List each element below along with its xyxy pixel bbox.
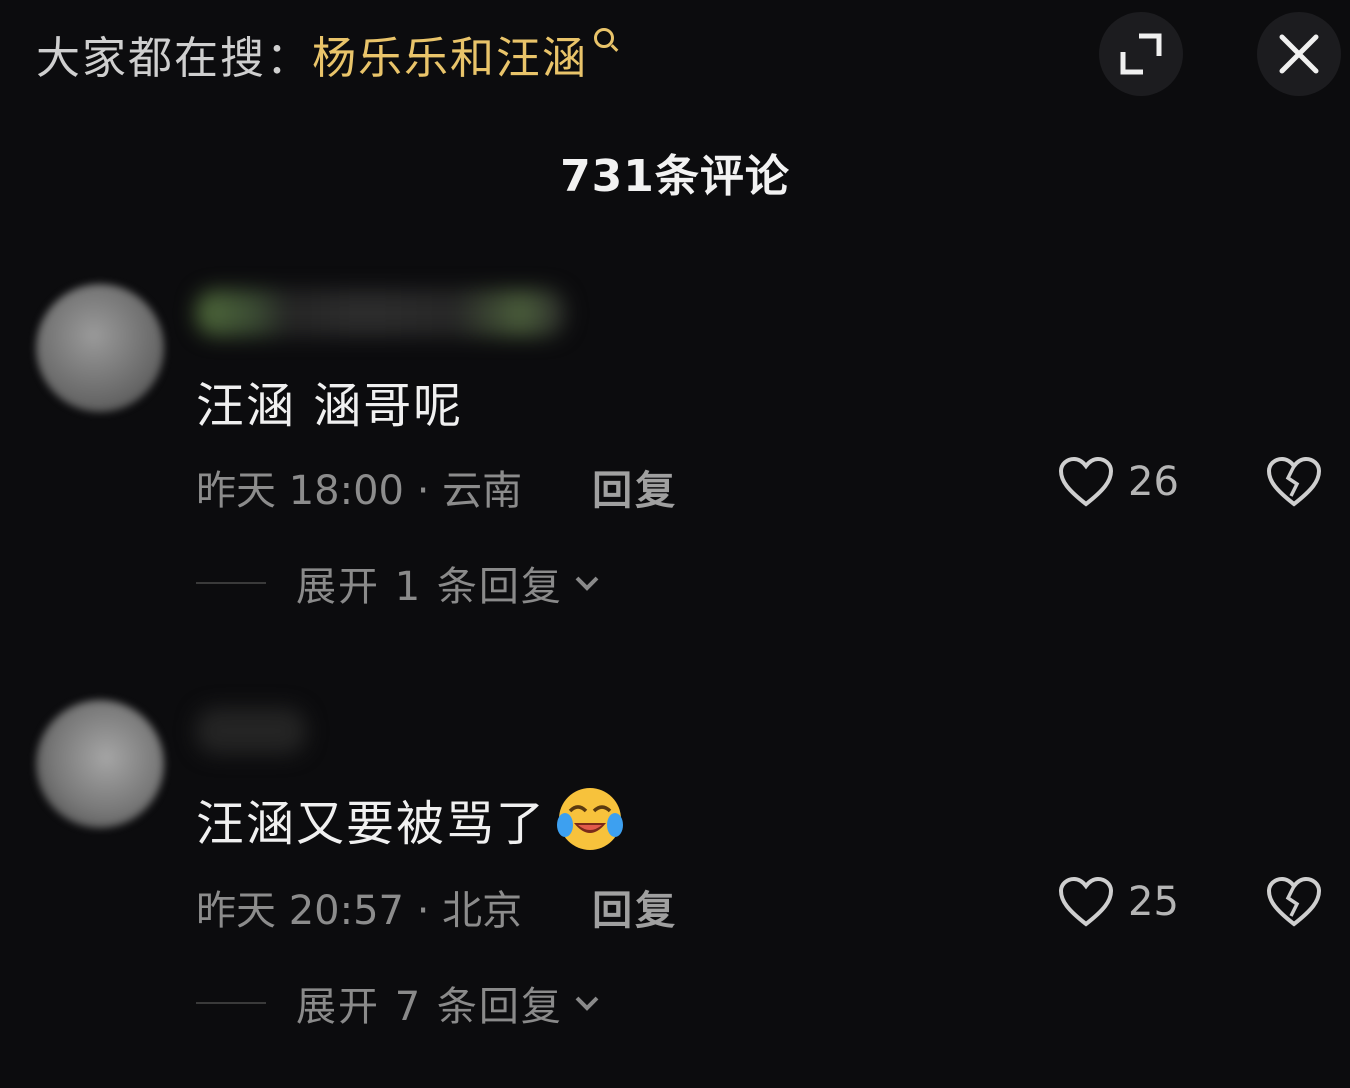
like-button[interactable]: 26 [1058,456,1179,508]
divider-line [196,582,266,584]
expand-replies-button[interactable]: 展开 1 条回复 [196,554,601,612]
chevron-down-icon [575,576,599,591]
search-icon [594,28,614,48]
comment-text-content: 汪涵 涵哥呢 [196,378,464,434]
search-suggestion-bar: 大家都在搜： 杨乐乐和汪涵 [36,22,614,86]
comment-meta: 昨天 20:57 · 北京 回复 [196,878,678,936]
comment-text: 汪涵 涵哥呢 [196,366,463,436]
broken-heart-icon [1266,456,1322,507]
like-count: 26 [1128,459,1179,505]
expand-replies-label: 展开 1 条回复 [296,564,563,610]
avatar[interactable] [36,284,164,412]
comment-meta: 昨天 18:00 · 云南 回复 [196,458,678,516]
dislike-button[interactable] [1266,456,1322,512]
search-prefix-label: 大家都在搜： [36,33,312,84]
chevron-down-icon [575,996,599,1011]
avatar[interactable] [36,700,164,828]
comment-count-title: 731条评论 [560,151,790,202]
expand-button[interactable] [1099,12,1183,96]
dislike-button[interactable] [1266,876,1322,932]
comment-text: 汪涵又要被骂了 [196,784,624,854]
broken-heart-icon [1266,876,1322,927]
expand-replies-button[interactable]: 展开 7 条回复 [196,974,601,1032]
like-count: 25 [1128,879,1179,925]
comment-text-content: 汪涵又要被骂了 [196,796,547,852]
divider-line [196,1002,266,1004]
expand-icon [1120,33,1162,75]
heart-icon [1058,876,1114,927]
close-button[interactable] [1257,12,1341,96]
reply-button[interactable]: 回复 [592,878,678,936]
search-term-link[interactable]: 杨乐乐和汪涵 [312,22,588,86]
crying-laughing-emoji [557,788,624,850]
username-blurred[interactable] [196,708,306,754]
heart-icon [1058,456,1114,507]
close-icon [1279,34,1319,74]
username-blurred[interactable] [196,290,566,336]
comment-time-location: 昨天 18:00 · 云南 [196,468,523,514]
reply-button[interactable]: 回复 [592,458,678,516]
expand-replies-label: 展开 7 条回复 [296,984,563,1030]
like-button[interactable]: 25 [1058,876,1179,928]
comment-time-location: 昨天 20:57 · 北京 [196,888,523,934]
